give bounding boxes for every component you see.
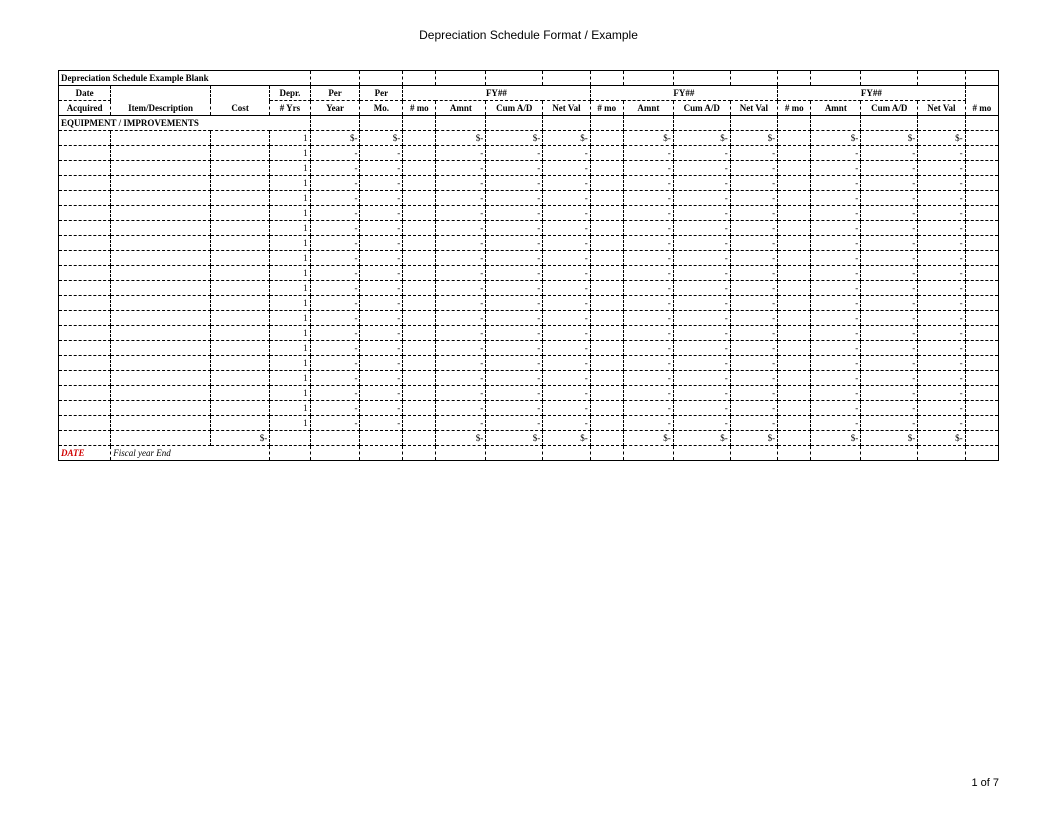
col-header: Acquired [59,101,111,116]
table-row: 1----------- [59,281,999,296]
col-header: # mo [403,101,436,116]
table-row: 1----------- [59,416,999,431]
table-row: 1----------- [59,326,999,341]
table-row: 1----------- [59,371,999,386]
col-header: Net Val [730,101,777,116]
sheet-title: Depreciation Schedule Example Blank [59,71,311,86]
totals-row: $-$-$-$-$-$-$-$-$-$- [59,431,999,446]
col-header: # mo [590,101,623,116]
col-header: Amnt [623,101,673,116]
col-header: Mo. [360,101,403,116]
table-row: 1----------- [59,251,999,266]
depreciation-table: Depreciation Schedule Example BlankDateD… [58,70,999,461]
col-header: # Yrs [270,101,310,116]
table-row: 1----------- [59,341,999,356]
col-header: Amnt [436,101,486,116]
table-row: 1----------- [59,176,999,191]
col-header: Cum A/D [486,101,543,116]
table-row: 1----------- [59,311,999,326]
section-label: EQUIPMENT / IMPROVEMENTS [59,116,311,131]
footer-fy-end: Fiscal year End [113,448,171,458]
table-row: 1----------- [59,221,999,236]
table-row: 1----------- [59,206,999,221]
table-row: 1----------- [59,236,999,251]
col-header: Net Val [543,101,590,116]
table-row: 1----------- [59,356,999,371]
col-header: Cum A/D [861,101,918,116]
table-row: 1----------- [59,401,999,416]
footer-date-label: DATE [61,448,85,458]
col-header: Cost [210,101,269,116]
table-row: 1----------- [59,296,999,311]
table-row: 1----------- [59,146,999,161]
doc-title: Depreciation Schedule Format / Example [0,0,1057,70]
page-number: 1 of 7 [971,777,999,789]
col-header: Amnt [811,101,861,116]
table-row: 1----------- [59,386,999,401]
col-header: Year [310,101,360,116]
table-row: 1$-$-$-$-$-$-$-$-$-$-$- [59,131,999,146]
col-header: Item/Description [111,101,211,116]
depreciation-sheet: Depreciation Schedule Example BlankDateD… [58,70,999,461]
table-row: 1----------- [59,266,999,281]
col-header: # mo [965,101,998,116]
col-header: Cum A/D [673,101,730,116]
table-row: 1----------- [59,161,999,176]
col-header: Net Val [918,101,965,116]
table-row: 1----------- [59,191,999,206]
col-header: # mo [778,101,811,116]
